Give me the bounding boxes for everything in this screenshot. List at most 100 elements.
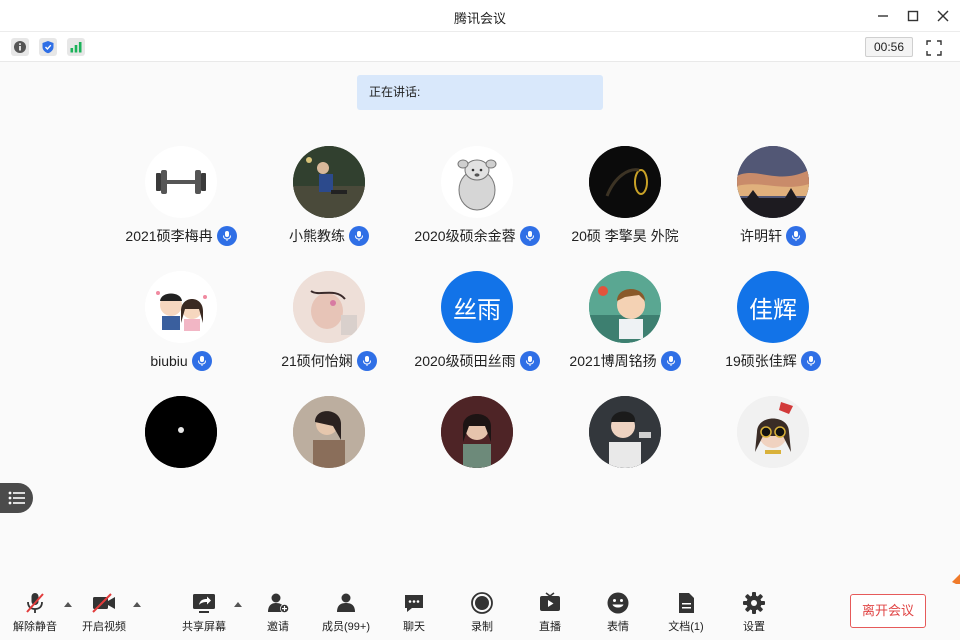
cartoon-couple-avatar <box>145 271 217 343</box>
leave-meeting-button[interactable]: 离开会议 <box>850 594 926 628</box>
docs-button[interactable]: 文档(1) <box>664 590 708 636</box>
maximize-icon <box>907 10 919 22</box>
share-screen-button[interactable]: 共享屏幕 <box>180 590 228 636</box>
record-button[interactable]: 录制 <box>464 590 500 636</box>
close-button[interactable] <box>933 6 953 26</box>
participant-list-toggle[interactable] <box>0 483 33 513</box>
participant-name: 19硕张佳辉 <box>725 353 797 369</box>
chat-bubble-icon <box>405 595 423 612</box>
meeting-toolbar: 解除静音 开启视频 共享屏幕 邀请 成员(99+) 聊天 录制 直播 表情 文档… <box>0 584 960 640</box>
participant-tile[interactable]: 佳辉 19硕张佳辉 <box>699 271 847 389</box>
live-button[interactable]: 直播 <box>532 590 568 636</box>
info-icon <box>14 41 26 53</box>
window-title: 腾讯会议 <box>453 11 506 26</box>
mic-active-icon <box>660 351 681 371</box>
maximize-button[interactable] <box>903 6 923 26</box>
info-bar: 00:56 <box>0 32 960 62</box>
security-button[interactable] <box>39 38 57 56</box>
participant-tile[interactable] <box>403 396 551 514</box>
emoji-button[interactable]: 表情 <box>600 590 636 636</box>
meeting-info-button[interactable] <box>11 38 29 56</box>
members-button[interactable]: 成员(99+) <box>317 590 375 636</box>
members-label: 成员(99+) <box>322 621 370 633</box>
participant-tile[interactable]: 20硕 李擎昊 外院 <box>551 146 699 264</box>
emoji-label: 表情 <box>607 621 629 633</box>
participant-name-row: 许明轩 <box>679 226 867 246</box>
smiley-icon <box>607 592 629 614</box>
fullscreen-icon <box>926 40 942 56</box>
gear-icon <box>743 592 765 614</box>
participant-tile[interactable]: 小熊教练 <box>255 146 403 264</box>
participant-name: 21硕何怡娴 <box>281 353 353 369</box>
dumbbell-avatar <box>145 146 217 218</box>
participant-name: 2020级硕余金蓉 <box>414 228 516 244</box>
share-screen-icon <box>193 594 215 613</box>
chat-button[interactable]: 聊天 <box>396 590 432 636</box>
minimize-icon <box>878 15 888 17</box>
participant-name: 2021博周铭扬 <box>569 353 657 369</box>
participant-tile[interactable]: 丝雨 2020级硕田丝雨 <box>403 271 551 389</box>
docs-label: 文档(1) <box>668 621 704 633</box>
invite-button[interactable]: 邀请 <box>258 590 298 636</box>
video-options-caret-icon[interactable] <box>132 600 142 608</box>
participant-name-row: 19硕张佳辉 <box>679 351 867 371</box>
speaking-indicator: 正在讲话: <box>357 75 603 110</box>
invite-label: 邀请 <box>267 621 289 633</box>
meeting-timer: 00:56 <box>865 37 913 57</box>
mic-active-icon <box>800 351 821 371</box>
participant-tile[interactable] <box>255 396 403 514</box>
dog-sketch-avatar <box>441 146 513 218</box>
minimize-button[interactable] <box>873 6 893 26</box>
share-options-caret-icon[interactable] <box>233 600 243 608</box>
close-icon <box>937 10 949 22</box>
participant-name: 2020级硕田丝雨 <box>414 353 516 369</box>
photo-avatar <box>589 396 661 468</box>
start-video-label: 开启视频 <box>82 621 126 633</box>
live-stream-icon <box>540 592 560 611</box>
title-bar: 腾讯会议 <box>0 0 960 32</box>
avatar-initials: 丝雨 <box>453 296 501 324</box>
members-icon <box>337 593 355 612</box>
unmute-button[interactable]: 解除静音 <box>12 590 58 636</box>
audio-options-caret-icon[interactable] <box>63 600 73 608</box>
photo-avatar <box>293 146 365 218</box>
shield-icon <box>42 41 54 54</box>
mic-active-icon <box>356 351 377 371</box>
fullscreen-button[interactable] <box>924 38 944 58</box>
participant-tile[interactable] <box>107 396 255 514</box>
participant-tile[interactable]: 2021博周铭扬 <box>551 271 699 389</box>
participant-tile[interactable] <box>551 396 699 514</box>
settings-button[interactable]: 设置 <box>736 590 772 636</box>
initials-avatar: 佳辉 <box>737 271 809 343</box>
add-user-icon <box>268 593 289 613</box>
settings-label: 设置 <box>743 621 765 633</box>
list-icon <box>8 491 25 505</box>
participant-name: biubiu <box>150 353 188 369</box>
mic-active-icon <box>786 226 806 246</box>
camera-off-icon <box>92 593 115 613</box>
chat-label: 聊天 <box>403 621 425 633</box>
sunset-avatar <box>737 146 809 218</box>
record-label: 录制 <box>471 621 493 633</box>
participant-name: 许明轩 <box>740 228 782 244</box>
participant-tile[interactable]: biubiu <box>107 271 255 389</box>
participant-tile[interactable]: 2020级硕余金蓉 <box>403 146 551 264</box>
black-dot-avatar <box>145 396 217 468</box>
document-icon <box>679 593 694 613</box>
participant-tile[interactable] <box>699 396 847 514</box>
participant-name: 2021硕李梅冉 <box>125 228 213 244</box>
avatar-initials: 佳辉 <box>749 296 797 324</box>
mic-active-icon <box>191 351 212 371</box>
signal-bars-icon <box>70 42 82 53</box>
photo-avatar <box>293 271 365 343</box>
network-status-button[interactable] <box>67 38 85 56</box>
record-icon <box>471 592 493 614</box>
photo-avatar <box>293 396 365 468</box>
live-label: 直播 <box>539 621 561 633</box>
start-video-button[interactable]: 开启视频 <box>80 590 128 636</box>
participant-tile[interactable]: 21硕何怡娴 <box>255 271 403 389</box>
participant-tile[interactable]: 许明轩 <box>699 146 847 264</box>
mic-muted-icon <box>26 593 44 613</box>
participant-tile[interactable]: 2021硕李梅冉 <box>107 146 255 264</box>
share-screen-label: 共享屏幕 <box>182 621 226 633</box>
